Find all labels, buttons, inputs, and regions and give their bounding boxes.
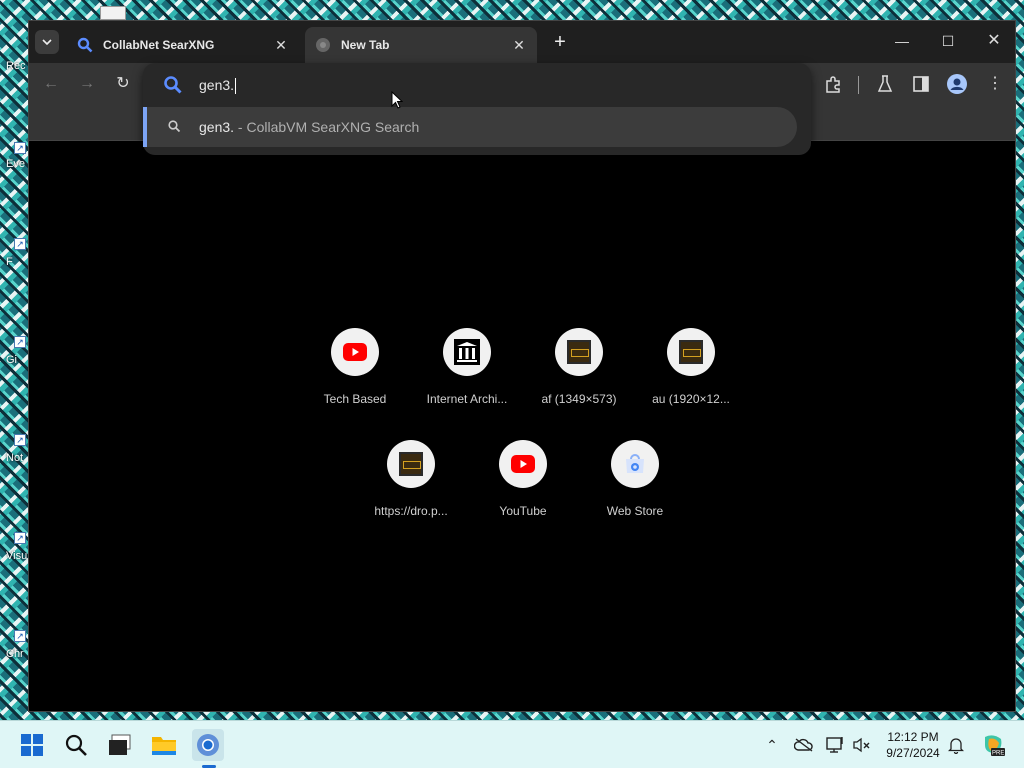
shortcut-tile[interactable]: Internet Archi... xyxy=(411,328,523,428)
globe-icon xyxy=(315,37,331,53)
close-window-button[interactable]: ✕ xyxy=(979,29,1009,53)
extensions-icon[interactable] xyxy=(821,72,845,96)
labs-flask-icon[interactable] xyxy=(873,72,897,96)
clock-time: 12:12 PM xyxy=(887,730,939,744)
maximize-button[interactable]: ☐ xyxy=(933,29,963,53)
side-panel-icon[interactable] xyxy=(909,72,933,96)
chevron-up-icon[interactable]: ⌃ xyxy=(760,733,784,757)
reload-button[interactable]: ↻ xyxy=(111,72,135,96)
forward-button[interactable]: → xyxy=(75,72,99,96)
suggestion-text: gen3. - CollabVM SearXNG Search xyxy=(199,119,419,135)
search-icon xyxy=(77,37,93,53)
shortcut-arrow-icon: ↗ xyxy=(14,630,26,642)
new-tab-button[interactable]: + xyxy=(548,31,572,55)
clock-date: 9/27/2024 xyxy=(886,746,940,760)
shortcut-label: Web Store xyxy=(606,504,664,518)
omnibox-suggestion[interactable]: gen3. - CollabVM SearXNG Search xyxy=(143,107,797,147)
shortcut-arrow-icon: ↗ xyxy=(14,336,26,348)
shortcut-arrow-icon: ↗ xyxy=(14,532,26,544)
shortcut-tile[interactable]: au (1920×12... xyxy=(635,328,747,428)
task-view-icon[interactable] xyxy=(104,729,136,761)
svg-text:PRE: PRE xyxy=(992,751,1004,757)
profile-avatar-icon[interactable] xyxy=(945,72,969,96)
taskbar: ⌃ 12:12 PM 9/27/2024 PRE xyxy=(0,720,1024,768)
desktop-icon-label[interactable]: Not xyxy=(6,452,23,464)
desktop-icon-label[interactable]: F xyxy=(6,256,13,268)
browser-window: CollabNet SearXNG ✕ New Tab ✕ + — ☐ ✕ ← … xyxy=(28,20,1016,712)
desktop-window-fragment xyxy=(100,6,126,20)
shortcut-tile[interactable]: Web Store xyxy=(579,440,691,540)
close-icon[interactable]: ✕ xyxy=(271,35,291,55)
close-icon[interactable]: ✕ xyxy=(509,35,529,55)
web-store-icon xyxy=(611,440,659,488)
shortcut-arrow-icon: ↗ xyxy=(14,142,26,154)
desktop-icon-label[interactable]: Gi xyxy=(6,354,17,366)
shortcut-tile[interactable]: Tech Based xyxy=(299,328,411,428)
chevron-down-icon xyxy=(42,39,52,45)
shortcut-tile[interactable]: af (1349×573) xyxy=(523,328,635,428)
shortcut-label: au (1920×12... xyxy=(652,392,730,406)
shortcut-tile[interactable]: https://dro.p... xyxy=(355,440,467,540)
toolbar-divider xyxy=(858,76,859,94)
desktop-icon-label[interactable]: Rec xyxy=(6,60,26,72)
tab-title: New Tab xyxy=(341,38,390,52)
search-icon[interactable] xyxy=(60,729,92,761)
mouse-cursor-icon xyxy=(391,91,403,109)
shortcut-tile[interactable]: YouTube xyxy=(467,440,579,540)
youtube-icon xyxy=(499,440,547,488)
menu-kebab-icon[interactable]: ⋮ xyxy=(983,72,1007,96)
shortcut-arrow-icon: ↗ xyxy=(14,434,26,446)
desktop-icon-label[interactable]: Visu xyxy=(6,550,27,562)
address-bar-input[interactable]: gen3. xyxy=(199,75,237,95)
shortcut-label: https://dro.p... xyxy=(374,504,448,518)
file-explorer-icon[interactable] xyxy=(148,729,180,761)
onedrive-offline-icon[interactable] xyxy=(792,733,816,757)
tab-collabnet-searxng[interactable]: CollabNet SearXNG ✕ xyxy=(67,27,299,63)
windows-start-icon[interactable] xyxy=(16,729,48,761)
shortcut-arrow-icon: ↗ xyxy=(14,238,26,250)
image-thumbnail-icon xyxy=(555,328,603,376)
chrome-icon[interactable] xyxy=(192,729,224,761)
copilot-pre-icon[interactable]: PRE xyxy=(980,733,1006,757)
shortcut-label: Tech Based xyxy=(323,392,387,406)
suggestion-query: gen3. xyxy=(199,119,235,135)
system-clock[interactable]: 12:12 PM 9/27/2024 xyxy=(880,729,946,761)
suggestion-source: - CollabVM SearXNG Search xyxy=(234,119,420,135)
omnibox-dropdown: gen3. gen3. - CollabVM SearXNG Search xyxy=(143,63,811,155)
image-thumbnail-icon xyxy=(387,440,435,488)
monitor-network-icon[interactable] xyxy=(824,733,848,757)
desktop-icon-label[interactable]: Chr xyxy=(6,648,24,660)
tab-strip: CollabNet SearXNG ✕ New Tab ✕ + — ☐ ✕ xyxy=(29,21,1015,63)
tab-search-button[interactable] xyxy=(35,30,59,54)
tab-title: CollabNet SearXNG xyxy=(103,38,215,52)
shortcut-label: YouTube xyxy=(499,504,547,518)
search-icon xyxy=(163,75,183,95)
tab-new-tab[interactable]: New Tab ✕ xyxy=(305,27,537,63)
back-button[interactable]: ← xyxy=(39,72,63,96)
volume-muted-icon[interactable] xyxy=(850,733,874,757)
image-thumbnail-icon xyxy=(667,328,715,376)
minimize-button[interactable]: — xyxy=(887,29,917,53)
shortcut-label: Internet Archi... xyxy=(426,392,508,406)
search-icon xyxy=(167,119,183,135)
youtube-icon xyxy=(331,328,379,376)
archive-icon xyxy=(443,328,491,376)
text-caret xyxy=(235,78,237,95)
notification-bell-icon[interactable] xyxy=(944,733,968,757)
address-bar-text: gen3. xyxy=(199,77,235,93)
shortcut-label: af (1349×573) xyxy=(541,392,617,406)
desktop-icon-label[interactable]: Eve xyxy=(6,158,25,170)
suggestion-selected-indicator xyxy=(143,107,147,147)
